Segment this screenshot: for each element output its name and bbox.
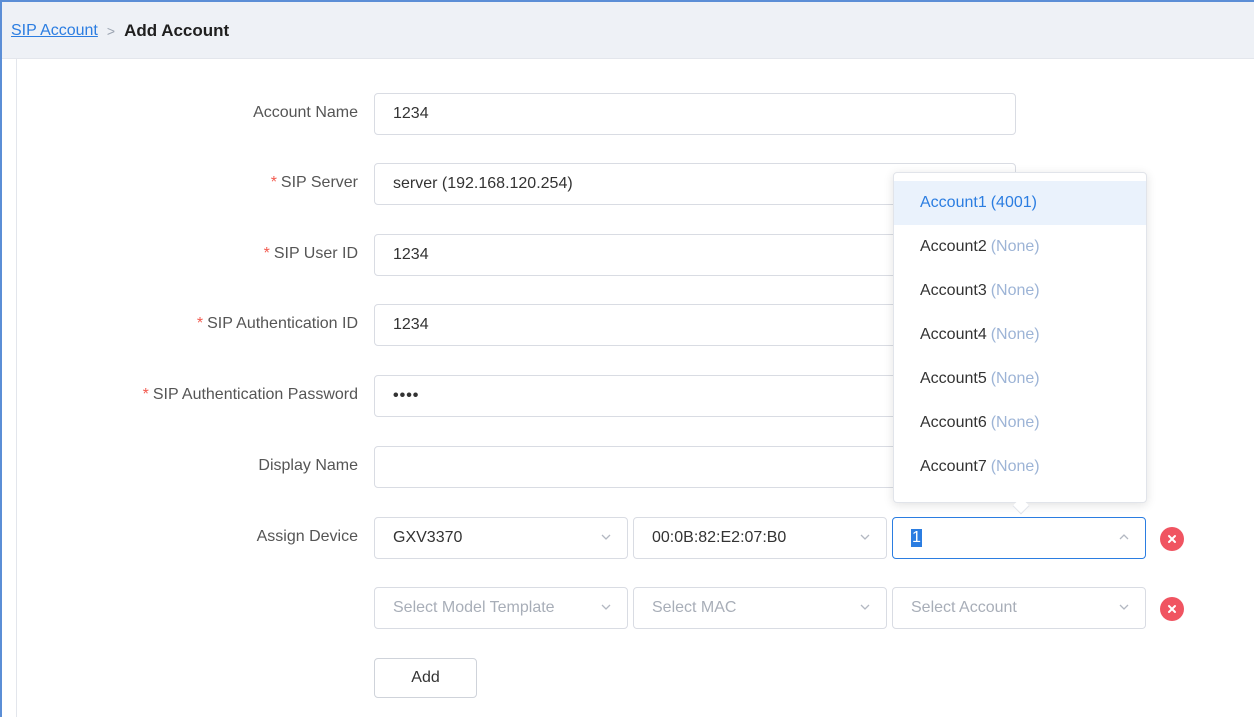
chevron-down-icon <box>1119 602 1129 612</box>
account-select-value: 1 <box>911 529 922 547</box>
dropdown-item-detail: (None) <box>990 282 1040 299</box>
dropdown-item-account5[interactable]: Account5 (None) <box>894 357 1146 401</box>
dropdown-item-name: Account5 <box>920 370 987 387</box>
chevron-down-icon <box>860 602 870 612</box>
dropdown-item-name: Account6 <box>920 414 987 431</box>
account-name-label: Account Name <box>253 104 358 121</box>
model-template-select[interactable]: GXV3370 <box>374 517 628 559</box>
dropdown-item-detail: (4001) <box>990 194 1037 211</box>
model-template-placeholder: Select Model Template <box>393 599 555 616</box>
breadcrumb-separator: > <box>106 23 116 39</box>
dropdown-item-detail: (None) <box>990 458 1040 475</box>
mac-select[interactable]: 00:0B:82:E2:07:B0 <box>633 517 887 559</box>
dropdown-item-detail: (None) <box>990 414 1040 431</box>
dropdown-item-account6[interactable]: Account6 (None) <box>894 401 1146 445</box>
dropdown-item-name: Account3 <box>920 282 987 299</box>
dropdown-item-name: Account4 <box>920 326 987 343</box>
dropdown-item-name: Account2 <box>920 238 987 255</box>
dropdown-item-detail: (None) <box>990 238 1040 255</box>
dropdown-item-name: Account7 <box>920 458 987 475</box>
dropdown-item-detail: (None) <box>990 326 1040 343</box>
account-dropdown-list: Account1 (4001) Account2 (None) Account3 (Non… <box>894 181 1146 503</box>
add-device-button[interactable]: Add <box>374 658 477 698</box>
dropdown-item-account2[interactable]: Account2 (None) <box>894 225 1146 269</box>
account-select-empty[interactable]: Select Account <box>892 587 1146 629</box>
sip-server-label: * SIP Server <box>270 174 358 191</box>
chevron-down-icon <box>601 602 611 612</box>
assign-device-label: Assign Device <box>256 528 358 545</box>
model-template-select-empty[interactable]: Select Model Template <box>374 587 628 629</box>
header-bar: SIP Account > Add Account <box>2 2 1254 59</box>
mac-placeholder: Select MAC <box>652 599 737 616</box>
account-dropdown: Account1 (4001) Account2 (None) Account3 (Non… <box>893 172 1147 503</box>
model-template-value: GXV3370 <box>393 529 463 546</box>
sip-user-id-label: * SIP User ID <box>263 245 358 262</box>
chevron-down-icon <box>601 532 611 542</box>
dropdown-item-account1[interactable]: Account1 (4001) <box>894 181 1146 225</box>
dropdown-item-account3[interactable]: Account3 (None) <box>894 269 1146 313</box>
page-title: Add Account <box>124 21 230 40</box>
chevron-down-icon <box>860 532 870 542</box>
mac-value: 00:0B:82:E2:07:B0 <box>652 529 787 546</box>
delete-row-2-icon[interactable] <box>1160 597 1184 621</box>
mac-select-empty[interactable]: Select MAC <box>633 587 887 629</box>
breadcrumb-sip-account-link[interactable]: SIP Account <box>11 22 98 40</box>
dropdown-item-name: Account1 <box>920 194 987 211</box>
delete-row-1-icon[interactable] <box>1160 527 1184 551</box>
dropdown-item-account4[interactable]: Account4 (None) <box>894 313 1146 357</box>
sip-auth-id-label: * SIP Authentication ID <box>196 315 358 332</box>
chevron-up-icon <box>1119 532 1129 542</box>
display-name-label: Display Name <box>258 457 358 474</box>
dropdown-item-detail: (None) <box>990 370 1040 387</box>
account-select[interactable]: 1 <box>892 517 1146 559</box>
dropdown-item-name: Account8 <box>920 502 987 503</box>
account-name-input[interactable]: 1234 <box>374 93 1016 135</box>
breadcrumb: SIP Account > Add Account <box>11 21 229 41</box>
sip-auth-password-label: * SIP Authentication Password <box>142 386 358 403</box>
dropdown-item-account7[interactable]: Account7 (None) <box>894 445 1146 489</box>
account-placeholder: Select Account <box>911 599 1017 616</box>
